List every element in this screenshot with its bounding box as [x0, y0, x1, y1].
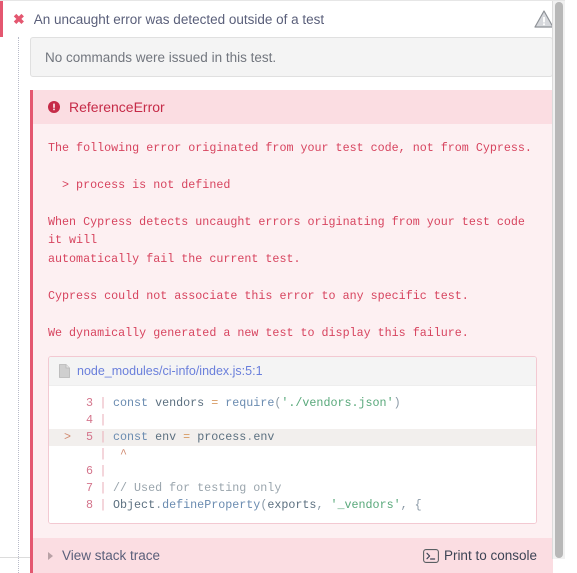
- no-commands-text: No commands were issued in this test.: [45, 49, 277, 65]
- code-row-text: [113, 412, 536, 429]
- code-frame-lines: 3 | const vendors = require('./vendors.jso…: [49, 386, 536, 524]
- code-frame-row: 6 |: [49, 463, 536, 480]
- code-row-marker: [55, 412, 71, 429]
- test-runner-viewport: ✖ An uncaught error was detected outside…: [0, 0, 565, 573]
- code-frame-row: 7 | // Used for testing only: [49, 480, 536, 497]
- test-body-content: No commands were issued in this test. Re…: [13, 37, 565, 573]
- error-message: The following error originated from your…: [48, 141, 532, 340]
- page-title: An uncaught error was detected outside o…: [33, 11, 325, 27]
- code-row-text: // Used for testing only: [113, 481, 282, 496]
- error-circle-icon: [48, 101, 60, 113]
- code-frame-file-header[interactable]: node_modules/ci-info/index.js:5:1: [49, 357, 536, 387]
- code-row-divider: |: [99, 498, 107, 513]
- caret-right-icon: [48, 551, 53, 560]
- terminal-prompt-icon: [422, 548, 439, 563]
- code-row-divider: |: [99, 430, 107, 445]
- error-footer: View stack trace Print to console: [33, 538, 553, 573]
- error-header: ReferenceError: [33, 90, 553, 124]
- code-row-divider: |: [99, 396, 107, 411]
- test-body-guide-rail: [18, 37, 19, 573]
- x-mark-icon: ✖: [13, 11, 25, 27]
- code-row-divider: |: [99, 464, 107, 479]
- print-to-console-label: Print to console: [443, 548, 537, 564]
- code-row-number: 4: [85, 413, 93, 428]
- vertical-scrollbar[interactable]: [552, 1, 565, 559]
- code-row-text: Object.defineProperty(exports, '_vendors…: [113, 498, 422, 513]
- code-frame-row: >5 | const env = process.env: [49, 429, 536, 447]
- test-header[interactable]: ✖ An uncaught error was detected outside…: [0, 1, 565, 37]
- print-to-console-button[interactable]: Print to console: [422, 548, 537, 564]
- code-row-marker: [55, 446, 71, 463]
- code-row-divider: |: [99, 447, 107, 462]
- code-frame-row: | ^: [49, 446, 536, 463]
- code-frame: node_modules/ci-info/index.js:5:1 3 | cons…: [48, 356, 537, 525]
- test-body: No commands were issued in this test. Re…: [0, 37, 565, 573]
- code-row-number: 7: [85, 481, 93, 496]
- failed-test-rail: [0, 1, 3, 37]
- code-row-number: 8: [85, 498, 93, 513]
- code-row-number: 5: [85, 430, 93, 445]
- code-row-text: ^: [113, 447, 128, 462]
- code-row-marker: [55, 395, 71, 412]
- code-row-divider: |: [99, 413, 107, 428]
- code-row-number: [71, 446, 93, 463]
- code-row-marker: [55, 463, 71, 480]
- code-frame-row: 3 | const vendors = require('./vendors.jso…: [49, 395, 536, 412]
- no-commands-box: No commands were issued in this test.: [30, 37, 553, 77]
- code-row-text: const vendors = require('./vendors.json'…: [113, 396, 401, 411]
- code-row-divider: |: [99, 481, 107, 496]
- code-frame-row: 4 |: [49, 412, 536, 429]
- code-row-text: const env = process.env: [113, 430, 275, 445]
- code-row-number: 3: [85, 396, 93, 411]
- code-row-marker: [55, 480, 71, 497]
- code-row-number: 6: [85, 464, 93, 479]
- code-frame-row: 8 | Object.defineProperty(exports, '_vendo…: [49, 497, 536, 514]
- view-stack-trace-toggle[interactable]: View stack trace: [48, 548, 160, 563]
- view-stack-trace-label: View stack trace: [62, 548, 161, 564]
- file-document-icon: [59, 364, 70, 379]
- code-row-marker: [55, 497, 71, 514]
- error-panel: ReferenceError The following error origi…: [30, 90, 553, 573]
- code-row-text: [113, 463, 536, 480]
- code-row-marker: >: [63, 430, 71, 445]
- code-frame-file-link[interactable]: node_modules/ci-info/index.js:5:1: [77, 364, 263, 378]
- vertical-scrollbar-thumb[interactable]: [555, 2, 563, 558]
- error-name: ReferenceError: [69, 99, 165, 115]
